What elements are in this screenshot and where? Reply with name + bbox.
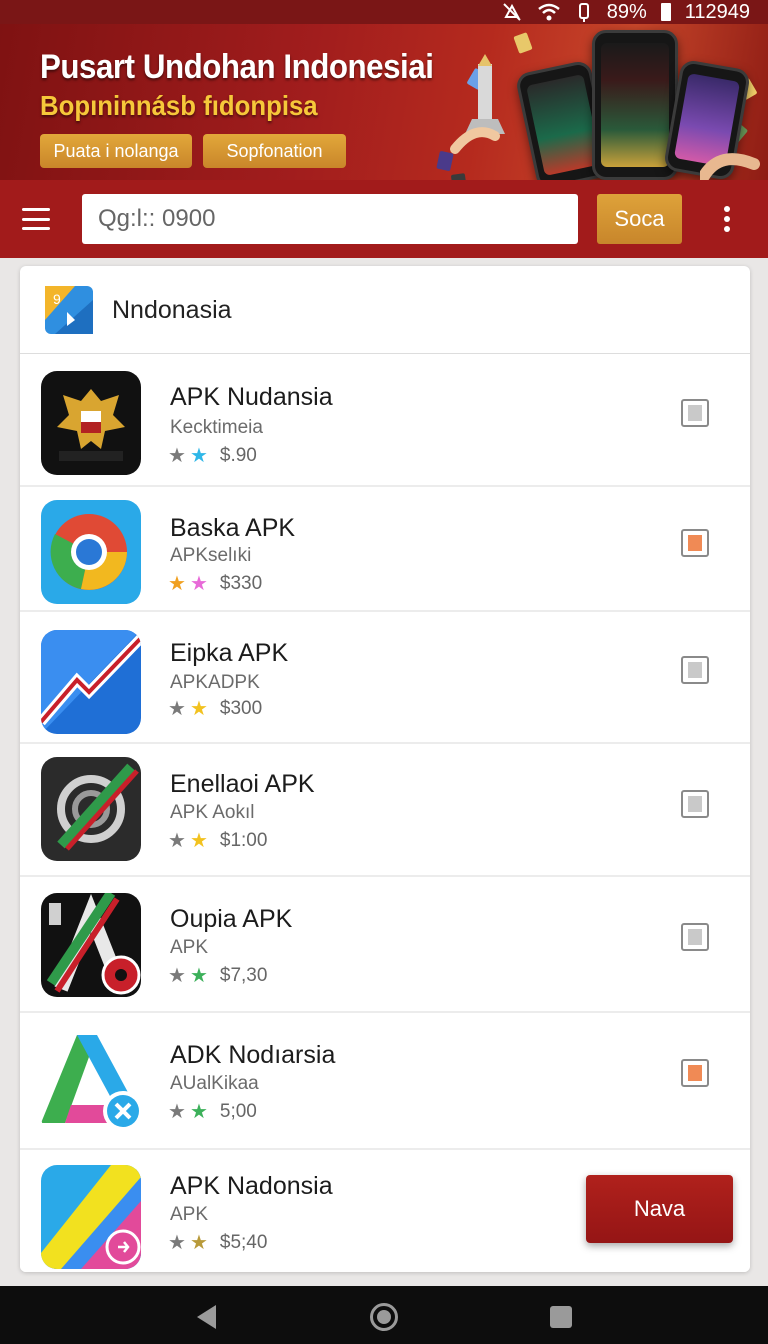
app-rating: ★ ★ $1:00 [168,830,267,852]
app-subtitle: Kecktimeia [170,417,263,438]
star-icon: ★ [168,698,186,720]
app-checkbox[interactable] [681,923,709,951]
app-price: 5;00 [219,1101,257,1122]
star-icon: ★ [168,830,186,852]
app-icon-diagonal [41,1165,141,1269]
app-name: Enellaoi APK [170,770,315,798]
star-icon: ★ [189,445,208,467]
app-name: Eipka APK [170,639,289,667]
app-icon-sync [41,757,141,861]
battery-icon [660,3,671,21]
list-item[interactable]: Oupia APK APK ★ ★ $7,30 [20,877,750,1013]
list-item[interactable]: APK Nudansia Kecktimeia ★ ★ $.90 [20,355,750,487]
confetti-decoration [513,32,533,54]
app-name: Baska APK [170,514,296,542]
app-icon-browser [41,500,141,604]
star-icon: ★ [189,830,208,852]
banner-button-secondary[interactable]: Sopfonation [203,134,346,168]
card-header: 9 Nndonasia [20,266,750,354]
list-item[interactable]: Enellaoi APK APK Aokıl ★ ★ $1:00 [20,744,750,877]
hamburger-menu-icon[interactable] [20,204,52,234]
app-price: $5;40 [219,1232,268,1253]
app-price: $7,30 [219,965,268,986]
app-name: APK Nadonsia [170,1172,333,1200]
search-input[interactable] [82,194,578,244]
app-icon-triangle [41,1029,141,1133]
back-triangle-icon[interactable] [196,1304,218,1330]
app-checkbox[interactable] [681,1059,709,1087]
monument-icon [450,54,505,154]
app-checkbox[interactable] [681,656,709,684]
star-icon: ★ [168,1101,186,1123]
app-subtitle: APKselıki [170,545,252,566]
app-subtitle: APK [170,1204,209,1225]
system-nav-bar [0,1286,768,1344]
search-button[interactable]: Soca [597,194,682,244]
app-icon-emblem [41,371,141,475]
app-rating: ★ ★ $5;40 [168,1232,267,1254]
star-icon: ★ [189,1232,208,1254]
battery-text: 89% [606,0,647,23]
app-rating: ★ ★ $7,30 [168,965,267,987]
app-name: Oupia APK [170,905,293,933]
app-subtitle: APK Aokıl [170,802,255,823]
star-icon: ★ [189,1101,208,1123]
app-price: $300 [219,698,263,719]
clock-text: 112949 [684,0,750,23]
app-checkbox[interactable] [681,399,709,427]
star-icon: ★ [168,965,186,987]
app-list-card: 9 Nndonasia APK Nudansia Kecktimeia ★ ★ … [20,266,750,1272]
confetti-decoration [450,173,468,180]
app-subtitle: APK [170,937,209,958]
app-price: $.90 [219,445,257,466]
wifi-icon [537,2,561,22]
app-price: $1:00 [219,830,268,851]
star-icon: ★ [168,1232,186,1254]
nava-button[interactable]: Nava [586,1175,733,1243]
banner-subtitle: Bopıninnásb fıdonpisa [40,90,318,121]
status-bar: 89% 112949 [0,0,768,24]
list-item[interactable]: Baska APK APKselıki ★ ★ $330 [20,487,750,612]
star-icon: ★ [189,965,208,987]
app-rating: ★ ★ $300 [168,698,262,720]
list-item[interactable]: Eipka APK APKADPK ★ ★ $300 [20,612,750,744]
banner-title: Pusart Undohan Indonesiai [40,48,434,86]
app-name: ADK Nodıarsia [170,1041,336,1069]
more-vert-icon[interactable] [716,204,738,234]
promo-banner[interactable]: Pusart Undohan Indonesiai Bopıninnásb fı… [0,24,768,180]
category-icon: 9 [45,286,93,334]
app-rating: ★ ★ $330 [168,573,262,595]
home-circle-icon[interactable] [370,1303,398,1331]
card-title: Nndonasia [112,296,232,324]
svg-text:9: 9 [53,291,61,307]
banner-button-primary[interactable]: Puata i nolanga [40,134,192,168]
star-icon: ★ [168,445,186,467]
app-rating: ★ ★ 5;00 [168,1101,257,1123]
app-rating: ★ ★ $.90 [168,445,257,467]
hand-illustration [700,153,760,180]
app-icon-chart [41,630,141,734]
star-icon: ★ [189,698,208,720]
app-subtitle: AUalKikaa [170,1073,259,1094]
app-icon-letter-a [41,893,141,997]
star-icon: ★ [189,573,208,595]
app-checkbox[interactable] [681,790,709,818]
vibrate-icon [575,2,593,22]
app-price: $330 [219,573,263,594]
list-item[interactable]: ADK Nodıarsia AUalKikaa ★ ★ 5;00 [20,1013,750,1150]
app-name: APK Nudansia [170,383,333,411]
app-subtitle: APKADPK [170,672,260,693]
star-icon: ★ [168,573,186,595]
recents-square-icon[interactable] [550,1306,572,1328]
mute-icon [501,2,523,22]
app-checkbox[interactable] [681,529,709,557]
